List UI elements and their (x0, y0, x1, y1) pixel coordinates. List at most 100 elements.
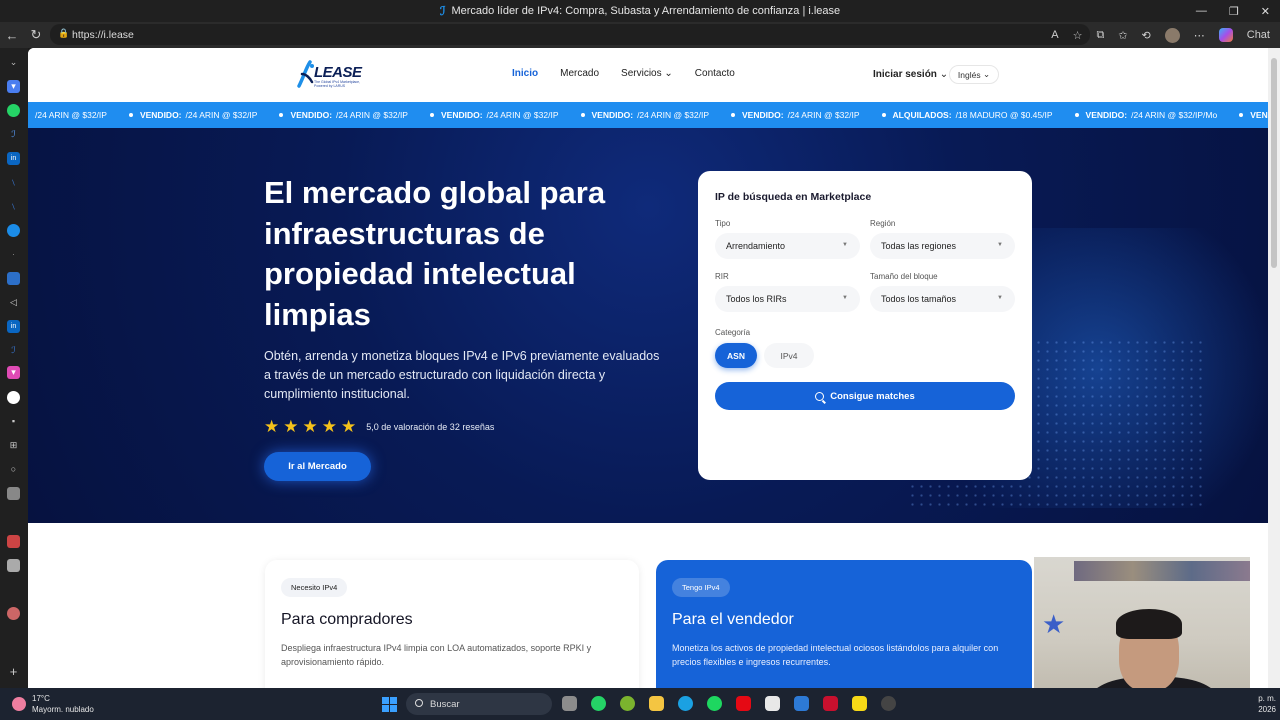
url-field[interactable]: 🔒 https://i.lease (50, 24, 1090, 45)
speaker-icon[interactable]: ◁ (7, 296, 20, 309)
back-icon[interactable]: ← (0, 28, 24, 43)
windows-start-icon[interactable] (382, 697, 397, 712)
close-icon[interactable]: ✕ (1261, 5, 1270, 18)
extensions-icon[interactable]: ⧉ (1096, 29, 1104, 42)
ticker-dot-icon (429, 113, 434, 117)
sidebar-tab-icon[interactable]: ﹨ (7, 200, 20, 213)
taskbar-search-placeholder: Buscar (430, 698, 460, 710)
whatsapp-icon[interactable] (7, 104, 20, 117)
favorite-icon[interactable]: ☆ (1073, 29, 1083, 42)
sidebar-tab-icon[interactable] (7, 607, 20, 620)
ticker-dot-icon (731, 113, 736, 117)
nav-servicios[interactable]: Servicios ⌄ (621, 68, 673, 79)
logo-text: LEASE (314, 64, 362, 81)
ticker-item: ALQUILADOS:/18 MADURO @ $0.45/IP (881, 110, 1053, 120)
ticker-item: VENDIDO:/24 ARIN @ $32/IP (128, 110, 257, 120)
search-icon (415, 699, 423, 707)
category-ipv4-button[interactable]: IPv4 (764, 343, 814, 368)
hero-description: Obtén, arrenda y monetiza bloques IPv4 e… (264, 349, 660, 401)
whatsapp-icon[interactable] (591, 696, 606, 711)
region-value: Todas las regiones (881, 241, 957, 251)
scrollbar-thumb[interactable] (1271, 58, 1277, 268)
category-label: Categoría (715, 328, 751, 337)
refresh-icon[interactable]: ↻ (24, 27, 48, 43)
taskbar-search[interactable]: Buscar (406, 693, 552, 715)
sidebar-tab-icon[interactable] (7, 391, 20, 404)
app-icon[interactable] (823, 696, 838, 711)
netflix-icon[interactable] (736, 696, 751, 711)
nav-servicios-label: Servicios (621, 68, 662, 79)
sidebar-tab-icon[interactable]: ○ (7, 463, 20, 476)
ticker-detail: /24 ARIN @ $32/IP (35, 110, 107, 120)
site-logo[interactable]: LEASE The Global IPv4 Marketplace, Power… (296, 58, 366, 90)
webcam-shelf (1074, 561, 1250, 581)
hero-title: El mercado global para infraestructuras … (264, 175, 606, 332)
sellers-card[interactable]: Tengo IPv4 Para el vendedor Monetiza los… (656, 560, 1032, 688)
sidebar-tab-icon[interactable]: ⊞ (7, 439, 20, 452)
sidebar-tab-icon[interactable]: ﹨ (7, 176, 20, 189)
nav-inicio[interactable]: Inicio (512, 68, 538, 79)
get-matches-button[interactable]: Consigue matches (715, 382, 1015, 410)
task-view-icon[interactable] (562, 696, 577, 711)
wechat-icon[interactable] (620, 696, 635, 711)
buyers-card[interactable]: Necesito IPv4 Para compradores Despliega… (265, 560, 639, 688)
page-scrollbar[interactable] (1268, 48, 1280, 688)
weather-text: Mayorm. nublado (32, 705, 94, 714)
taskbar-clock[interactable]: p. m. 2026 (1258, 693, 1276, 715)
copilot-icon[interactable] (1218, 28, 1233, 42)
region-select[interactable]: Todas las regiones ▼ (870, 233, 1015, 259)
add-icon[interactable]: + (7, 665, 20, 678)
sidebar-tab-icon[interactable] (7, 487, 20, 500)
file-explorer-icon[interactable] (649, 696, 664, 711)
more-icon[interactable]: ⋯ (1194, 29, 1205, 42)
edge-icon[interactable] (678, 696, 693, 711)
store-icon[interactable] (765, 696, 780, 711)
ticker-dot-icon (279, 113, 284, 117)
ilease-tab-icon[interactable]: ℐ (7, 128, 20, 141)
sidebar-tab-icon[interactable]: ▪ (7, 415, 20, 428)
star-icon: ★ (264, 417, 280, 436)
sidebar-tab-icon[interactable] (7, 535, 20, 548)
rir-select[interactable]: Todos los RIRs ▼ (715, 286, 860, 312)
sidebar-tab-icon[interactable]: ℐ (7, 344, 20, 357)
ticker-status: VENDIDO: (742, 110, 784, 120)
sidebar-tab-icon[interactable] (7, 272, 20, 285)
site-header: LEASE The Global IPv4 Marketplace, Power… (28, 48, 1268, 102)
profile-avatar[interactable] (1164, 27, 1180, 43)
maximize-icon[interactable]: ❐ (1229, 5, 1239, 18)
favorites-icon[interactable]: ✩ (1118, 29, 1127, 42)
ticker-status: VENDIDO: (1250, 110, 1268, 120)
read-aloud-icon[interactable]: A (1051, 29, 1058, 41)
app-icon[interactable] (881, 696, 896, 711)
linkedin-icon[interactable]: in (7, 320, 20, 333)
mail-icon[interactable] (794, 696, 809, 711)
ticker-dot-icon (1074, 113, 1079, 117)
spotify-icon[interactable] (707, 696, 722, 711)
trade-ticker: /24 ARIN @ $32/IP VENDIDO:/24 ARIN @ $32/… (28, 102, 1268, 128)
ticker-item: VENDIDO:/24 ARIN @ $32/IP (1239, 110, 1268, 120)
minimize-icon[interactable]: — (1196, 5, 1207, 17)
go-to-market-button[interactable]: Ir al Mercado (264, 452, 371, 481)
nav-mercado[interactable]: Mercado (560, 68, 599, 79)
linkedin-icon[interactable]: in (7, 152, 20, 165)
sidebar-tab-icon[interactable]: · (7, 248, 20, 261)
login-button[interactable]: Iniciar sesión ⌄ (873, 69, 948, 80)
sidebar-tab-icon[interactable] (7, 559, 20, 572)
window-title: Mercado líder de IPv4: Compra, Subasta y… (451, 5, 841, 17)
tipo-select[interactable]: Arrendamiento ▼ (715, 233, 860, 259)
chevron-down-icon: ⌄ (664, 68, 673, 79)
marketplace-search-card: IP de búsqueda en Marketplace Tipo Arren… (698, 171, 1032, 480)
nav-contacto[interactable]: Contacto (695, 68, 735, 79)
logo-tagline: The Global IPv4 Marketplace, Powered by … (314, 80, 361, 88)
history-icon[interactable]: ⟲ (1142, 29, 1151, 42)
chat-label[interactable]: Chat (1247, 29, 1270, 41)
sidebar-app-icon[interactable]: ▾ (7, 80, 20, 93)
block-size-select[interactable]: Todos los tamaños ▼ (870, 286, 1015, 312)
sidebar-tab-icon[interactable] (7, 224, 20, 237)
language-selector[interactable]: Inglés ⌄ (949, 65, 999, 84)
category-asn-button[interactable]: ASN (715, 343, 757, 368)
sidebar-app-icon[interactable]: ▾ (7, 366, 20, 379)
sticky-notes-icon[interactable] (852, 696, 867, 711)
weather-widget[interactable]: 17°C Mayorm. nublado (12, 693, 94, 715)
chevron-down-icon[interactable]: ⌄ (7, 56, 20, 69)
